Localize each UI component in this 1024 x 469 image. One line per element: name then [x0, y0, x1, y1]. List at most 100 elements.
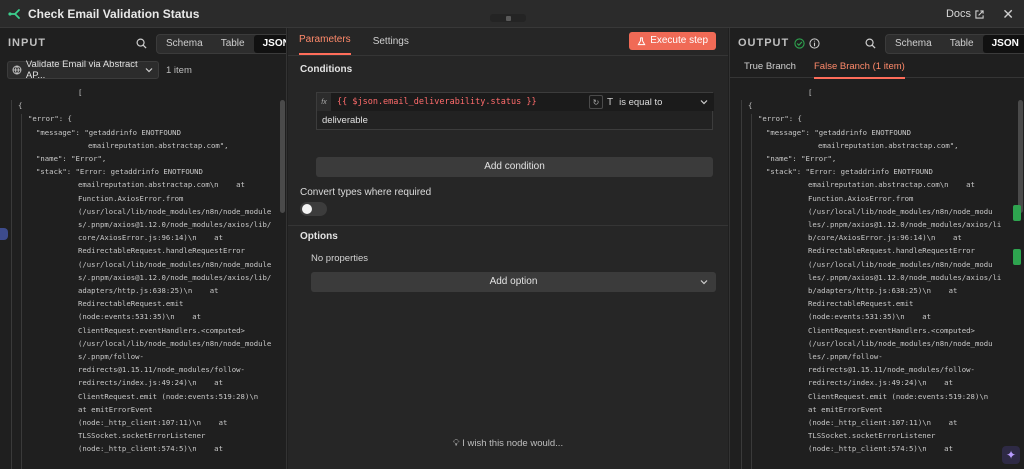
add-option-label: Add option: [489, 276, 538, 287]
node-editor-modal: Check Email Validation Status Docs ✕ INP…: [0, 0, 1024, 469]
json-line: redirects@1.15.11/node_modules/follow-: [808, 365, 975, 375]
operator-label: is equal to: [619, 96, 663, 108]
feedback-link[interactable]: 💡︎ I wish this node would...: [288, 438, 728, 449]
json-line: redirects/index.js:49:24)\n at: [808, 378, 953, 388]
condition-left-value[interactable]: fx {{ $json.email_deliverability.status …: [317, 93, 605, 111]
json-line: (node:events:531:35)\n at: [78, 312, 202, 322]
json-line: s/.pnpm/axios@1.12.0/node_modules/axios/…: [78, 272, 272, 282]
options-divider: [288, 225, 728, 226]
convert-types-toggle[interactable]: [300, 202, 327, 216]
input-view-json[interactable]: JSON: [253, 35, 286, 53]
tab-settings[interactable]: Settings: [373, 36, 409, 55]
json-line: {: [748, 101, 753, 111]
json-line: Function.AxiosError.from: [78, 193, 184, 203]
json-line: Function.AxiosError.from: [808, 193, 914, 203]
drag-grip-icon: [505, 15, 511, 21]
json-line: emailreputation.abstractap.com",: [88, 140, 229, 150]
docs-label: Docs: [945, 8, 971, 20]
search-icon[interactable]: [136, 38, 147, 49]
json-line: (node:_http_client:574:5)\n at: [78, 444, 223, 454]
check-circle-icon: [794, 37, 805, 49]
chevron-down-icon: [700, 100, 708, 105]
close-icon[interactable]: ✕: [1002, 6, 1014, 23]
expression-fx-icon: fx: [317, 93, 331, 111]
json-line: les/.pnpm/axios@1.12.0/node_modules/axio…: [808, 272, 1002, 282]
condition-expression[interactable]: {{ $json.email_deliverability.status }}: [337, 97, 537, 107]
docs-link[interactable]: Docs: [946, 8, 984, 20]
output-scrollbar[interactable]: [1018, 100, 1023, 213]
json-line: (/usr/local/lib/node_modules/n8n/node_mo…: [808, 259, 993, 269]
indent-guide: [741, 100, 742, 469]
json-line: (/usr/local/lib/node_modules/n8n/node_mo…: [78, 206, 272, 216]
drag-handle[interactable]: [490, 14, 526, 22]
json-line: "error": {: [758, 114, 802, 124]
json-line: s/.pnpm/follow-: [78, 352, 144, 362]
node-title[interactable]: Check Email Validation Status: [28, 7, 199, 21]
json-line: RedirectableRequest.emit: [808, 299, 914, 309]
json-line: "message": "getaddrinfo ENOTFOUND: [766, 127, 911, 137]
json-line: RedirectableRequest.handleRequestError: [808, 246, 975, 256]
if-node-icon: [8, 8, 20, 19]
condition-row: fx {{ $json.email_deliverability.status …: [316, 92, 714, 130]
json-line: ClientRequest.eventHandlers.<computed>: [78, 325, 245, 335]
tab-false-branch[interactable]: False Branch (1 item): [814, 61, 905, 79]
param-tabs: Parameters Settings Execute step: [288, 28, 728, 56]
input-source-select[interactable]: Validate Email via Abstract AP...: [7, 59, 159, 81]
json-line: (node:events:531:35)\n at: [808, 312, 932, 322]
json-line: core/AxiosError.js:96:14)\n at: [78, 233, 223, 243]
output-connector-handle[interactable]: [1013, 249, 1021, 265]
json-line: "stack": "Error: getaddrinfo ENOTFOUND: [766, 167, 933, 177]
json-line: ClientRequest.eventHandlers.<computed>: [808, 325, 975, 335]
input-json-view[interactable]: [{"error": {"message": "getaddrinfo ENOT…: [8, 86, 280, 469]
json-line: "message": "getaddrinfo ENOTFOUND: [36, 127, 181, 137]
condition-right-value[interactable]: deliverable: [322, 115, 368, 126]
output-view-table[interactable]: Table: [941, 35, 983, 53]
output-panel: OUTPUT Schema Table JSON True Branch Fal…: [729, 28, 1024, 469]
json-line: "stack": "Error: getaddrinfo ENOTFOUND: [36, 167, 203, 177]
left-edge-tab[interactable]: [0, 228, 8, 240]
add-condition-button[interactable]: Add condition: [316, 157, 713, 177]
input-view-table[interactable]: Table: [212, 35, 254, 53]
json-line: RedirectableRequest.handleRequestError: [78, 246, 245, 256]
flask-icon: [637, 36, 646, 45]
execute-step-button[interactable]: Execute step: [629, 32, 716, 50]
json-line: adapters/http.js:638:25)\n at: [78, 286, 219, 296]
info-icon[interactable]: [809, 37, 820, 49]
json-line: emailreputation.abstractap.com\n at: [808, 180, 975, 190]
globe-icon: [12, 65, 22, 75]
output-view-schema[interactable]: Schema: [886, 35, 941, 53]
branch-tabs: True Branch False Branch (1 item): [730, 58, 1024, 79]
indent-guide: [21, 114, 22, 469]
convert-types-label: Convert types where required: [300, 187, 432, 198]
json-line: "name": "Error",: [766, 154, 837, 164]
add-option-button[interactable]: Add option: [311, 272, 716, 292]
json-line: (node:_http_client:574:5)\n at: [808, 444, 953, 454]
json-line: emailreputation.abstractap.com\n at: [78, 180, 245, 190]
json-line: {: [18, 101, 23, 111]
output-connector-handle[interactable]: [1013, 205, 1021, 221]
tab-true-branch[interactable]: True Branch: [744, 61, 796, 72]
json-line: emailreputation.abstractap.com",: [818, 140, 959, 150]
input-view-schema[interactable]: Schema: [157, 35, 212, 53]
tab-parameters[interactable]: Parameters: [299, 34, 351, 55]
ai-assistant-icon[interactable]: ✦: [1002, 446, 1020, 464]
json-line: "error": {: [28, 114, 72, 124]
input-scrollbar[interactable]: [280, 100, 285, 213]
input-header: INPUT Schema Table JSON: [0, 28, 286, 58]
json-line: les/.pnpm/follow-: [808, 352, 883, 362]
condition-operator-select[interactable]: ↻ T is equal to: [587, 93, 714, 111]
input-item-count: 1 item: [166, 65, 192, 76]
parameters-panel: Parameters Settings Execute step Conditi…: [288, 28, 728, 469]
output-view-toggle: Schema Table JSON: [885, 34, 1024, 54]
json-line: ClientRequest.emit (node:events:519:28)\…: [78, 391, 259, 401]
output-json-view[interactable]: [{"error": {"message": "getaddrinfo ENOT…: [738, 86, 1016, 469]
search-icon[interactable]: [865, 38, 876, 49]
json-line: (/usr/local/lib/node_modules/n8n/node_mo…: [78, 338, 272, 348]
output-view-json[interactable]: JSON: [982, 35, 1024, 53]
json-line: (/usr/local/lib/node_modules/n8n/node_mo…: [808, 338, 993, 348]
title-bar: Check Email Validation Status Docs ✕: [0, 0, 1024, 28]
reset-value-icon[interactable]: ↻: [589, 95, 603, 109]
string-type-icon: T: [607, 96, 614, 108]
json-line: (/usr/local/lib/node_modules/n8n/node_mo…: [78, 259, 272, 269]
lightbulb-icon: 💡︎: [452, 438, 460, 449]
